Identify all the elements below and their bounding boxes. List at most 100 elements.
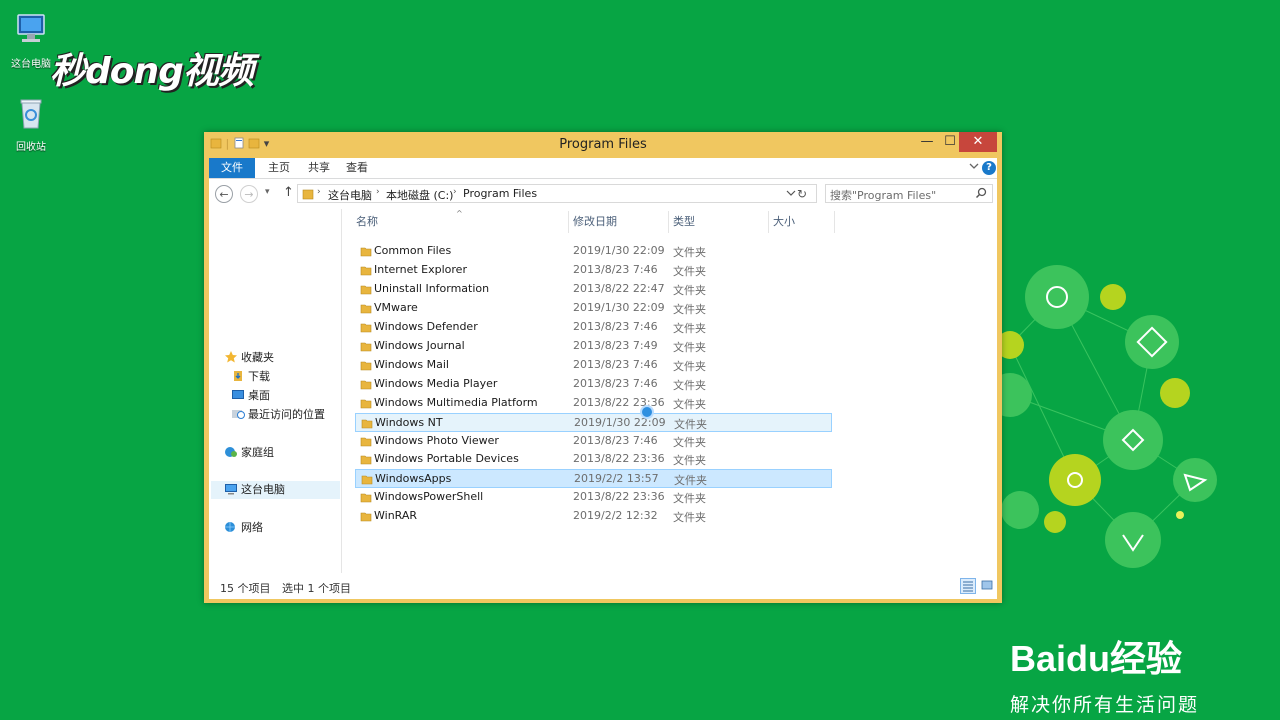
forward-button[interactable]: → — [240, 185, 258, 203]
ribbon-tabs: 文件 主页 共享 查看 ? — [209, 158, 997, 179]
chevron-down-icon[interactable] — [969, 161, 979, 171]
file-type: 文件夹 — [673, 511, 706, 525]
column-divider[interactable] — [668, 211, 669, 233]
table-row[interactable]: Windows Multimedia Platform 2013/8/22 23:… — [355, 394, 832, 413]
table-row[interactable]: Internet Explorer 2013/8/23 7:46 文件夹 — [355, 261, 832, 280]
file-name: WindowsPowerShell — [374, 490, 484, 504]
tab-view[interactable]: 查看 — [339, 158, 375, 178]
sidebar-item-label: 这台电脑 — [241, 483, 285, 496]
desktop-icon — [232, 390, 244, 399]
column-divider[interactable] — [568, 211, 569, 233]
file-type: 文件夹 — [674, 474, 707, 488]
column-divider[interactable] — [768, 211, 769, 233]
file-date: 2013/8/22 23:36 — [573, 452, 665, 466]
maximize-button[interactable]: ☐ — [940, 132, 960, 152]
search-input[interactable]: 搜索"Program Files" — [825, 184, 993, 203]
table-row[interactable]: WindowsApps 2019/2/2 13:57 文件夹 — [355, 469, 832, 489]
column-header-size[interactable]: 大小 — [773, 209, 795, 235]
table-row[interactable]: Windows NT 2019/1/30 22:09 文件夹 — [355, 412, 832, 432]
column-header-name[interactable]: 名称 — [356, 209, 378, 235]
sidebar-item-homegroup[interactable]: 家庭组 — [224, 444, 274, 462]
baidu-slogan: 解决你所有生活问题 — [1010, 694, 1200, 716]
baidu-logo: Baidu经验 — [1010, 638, 1183, 679]
selected-count: 选中 1 个项目 — [282, 582, 351, 595]
file-type: 文件夹 — [673, 321, 706, 335]
breadcrumb-local-disk[interactable]: 本地磁盘 (C:) — [386, 187, 453, 203]
breadcrumb-separator-icon[interactable]: › — [317, 187, 321, 197]
folder-icon — [360, 456, 372, 465]
folder-icon — [360, 380, 372, 389]
file-type: 文件夹 — [673, 359, 706, 373]
breadcrumb-this-pc[interactable]: 这台电脑 — [328, 187, 372, 203]
file-name: Windows Portable Devices — [374, 452, 519, 466]
file-date: 2013/8/23 7:46 — [573, 262, 658, 276]
file-list: 名称 ^ 修改日期 类型 大小 Common Files 2019/1/30 22… — [342, 209, 997, 573]
close-button[interactable]: ✕ — [959, 132, 997, 152]
breadcrumb-program-files[interactable]: Program Files — [463, 187, 537, 200]
desktop-icon-label: 回收站 — [16, 142, 46, 153]
table-row[interactable]: WindowsPowerShell 2013/8/22 23:36 文件夹 — [355, 488, 832, 507]
minimize-button[interactable]: — — [914, 132, 940, 152]
folder-icon — [360, 266, 372, 276]
file-name: Windows Mail — [374, 357, 449, 371]
folder-icon — [360, 304, 372, 314]
folder-icon — [360, 323, 372, 333]
sidebar-item-desktop[interactable]: 桌面 — [231, 387, 270, 405]
desktop-icon-recycle-bin[interactable]: 回收站 — [1, 95, 61, 153]
folder-icon — [360, 437, 372, 446]
file-date: 2019/1/30 22:09 — [574, 415, 666, 429]
sidebar-item-downloads[interactable]: 下载 — [231, 368, 270, 386]
sidebar-item-network[interactable]: 网络 — [224, 519, 263, 537]
table-row[interactable]: Windows Media Player 2013/8/23 7:46 文件夹 — [355, 375, 832, 394]
file-date: 2019/1/30 22:09 — [573, 244, 665, 257]
up-button[interactable]: ↑ — [283, 185, 294, 200]
table-row[interactable]: Common Files 2019/1/30 22:09 文件夹 — [355, 242, 832, 261]
table-row[interactable]: Windows Defender 2013/8/23 7:46 文件夹 — [355, 318, 832, 337]
file-name: Common Files — [374, 244, 452, 257]
tab-home[interactable]: 主页 — [261, 158, 297, 178]
table-row[interactable]: WinRAR 2019/2/2 12:32 文件夹 — [355, 507, 832, 526]
file-name: Windows Defender — [374, 319, 478, 333]
downloads-folder-icon — [234, 371, 242, 381]
sort-ascending-icon: ^ — [456, 209, 463, 218]
large-icons-view-button[interactable] — [980, 578, 996, 594]
sidebar-item-this-pc[interactable]: 这台电脑 — [211, 481, 340, 499]
table-row[interactable]: Windows Photo Viewer 2013/8/23 7:46 文件夹 — [355, 432, 832, 451]
sidebar-item-favorites[interactable]: 收藏夹 — [224, 349, 274, 367]
breadcrumb-separator-icon[interactable]: › — [376, 187, 380, 197]
computer-icon — [17, 14, 45, 42]
search-placeholder: 搜索"Program Files" — [830, 189, 937, 202]
table-row[interactable]: Windows Journal 2013/8/23 7:49 文件夹 — [355, 337, 832, 356]
back-button[interactable]: ← — [215, 185, 233, 203]
file-type: 文件夹 — [673, 302, 706, 316]
breadcrumb-separator-icon[interactable]: › — [453, 187, 457, 197]
file-name: Windows Journal — [374, 338, 465, 352]
column-header-date[interactable]: 修改日期 — [573, 209, 617, 235]
refresh-button[interactable]: ↻ — [797, 187, 807, 201]
column-divider[interactable] — [834, 211, 835, 233]
search-icon[interactable] — [975, 186, 987, 200]
table-row[interactable]: Windows Mail 2013/8/23 7:46 文件夹 — [355, 356, 832, 375]
sidebar-item-label: 桌面 — [248, 389, 270, 402]
table-row[interactable]: VMware 2019/1/30 22:09 文件夹 — [355, 299, 832, 318]
chevron-down-icon[interactable] — [786, 187, 796, 199]
file-date: 2013/8/22 23:36 — [573, 490, 665, 504]
address-bar[interactable]: › 这台电脑 › 本地磁盘 (C:) › Program Files — [297, 184, 817, 203]
file-date: 2013/8/23 7:49 — [573, 338, 658, 352]
file-name: Windows NT — [375, 415, 443, 429]
details-view-button[interactable] — [960, 578, 976, 594]
recent-locations-button[interactable]: ▾ — [265, 187, 270, 197]
title-bar[interactable]: | ▾ Program Files — ☐ ✕ — [204, 132, 1002, 158]
file-type: 文件夹 — [674, 417, 707, 431]
tab-file[interactable]: 文件 — [209, 158, 255, 178]
column-header-type[interactable]: 类型 — [673, 209, 695, 235]
sidebar-item-recent-places[interactable]: 最近访问的位置 — [231, 406, 325, 424]
table-row[interactable]: Uninstall Information 2013/8/22 22:47 文件夹 — [355, 280, 832, 299]
table-row[interactable]: Windows Portable Devices 2013/8/22 23:36 文… — [355, 450, 832, 469]
explorer-window: | ▾ Program Files — ☐ ✕ 文件 主页 共享 查看 ? ← … — [204, 132, 1002, 603]
help-button[interactable]: ? — [982, 161, 996, 175]
file-type: 文件夹 — [673, 340, 706, 354]
large-icons-view-icon — [981, 580, 993, 590]
file-type: 文件夹 — [673, 283, 706, 297]
tab-share[interactable]: 共享 — [301, 158, 337, 178]
